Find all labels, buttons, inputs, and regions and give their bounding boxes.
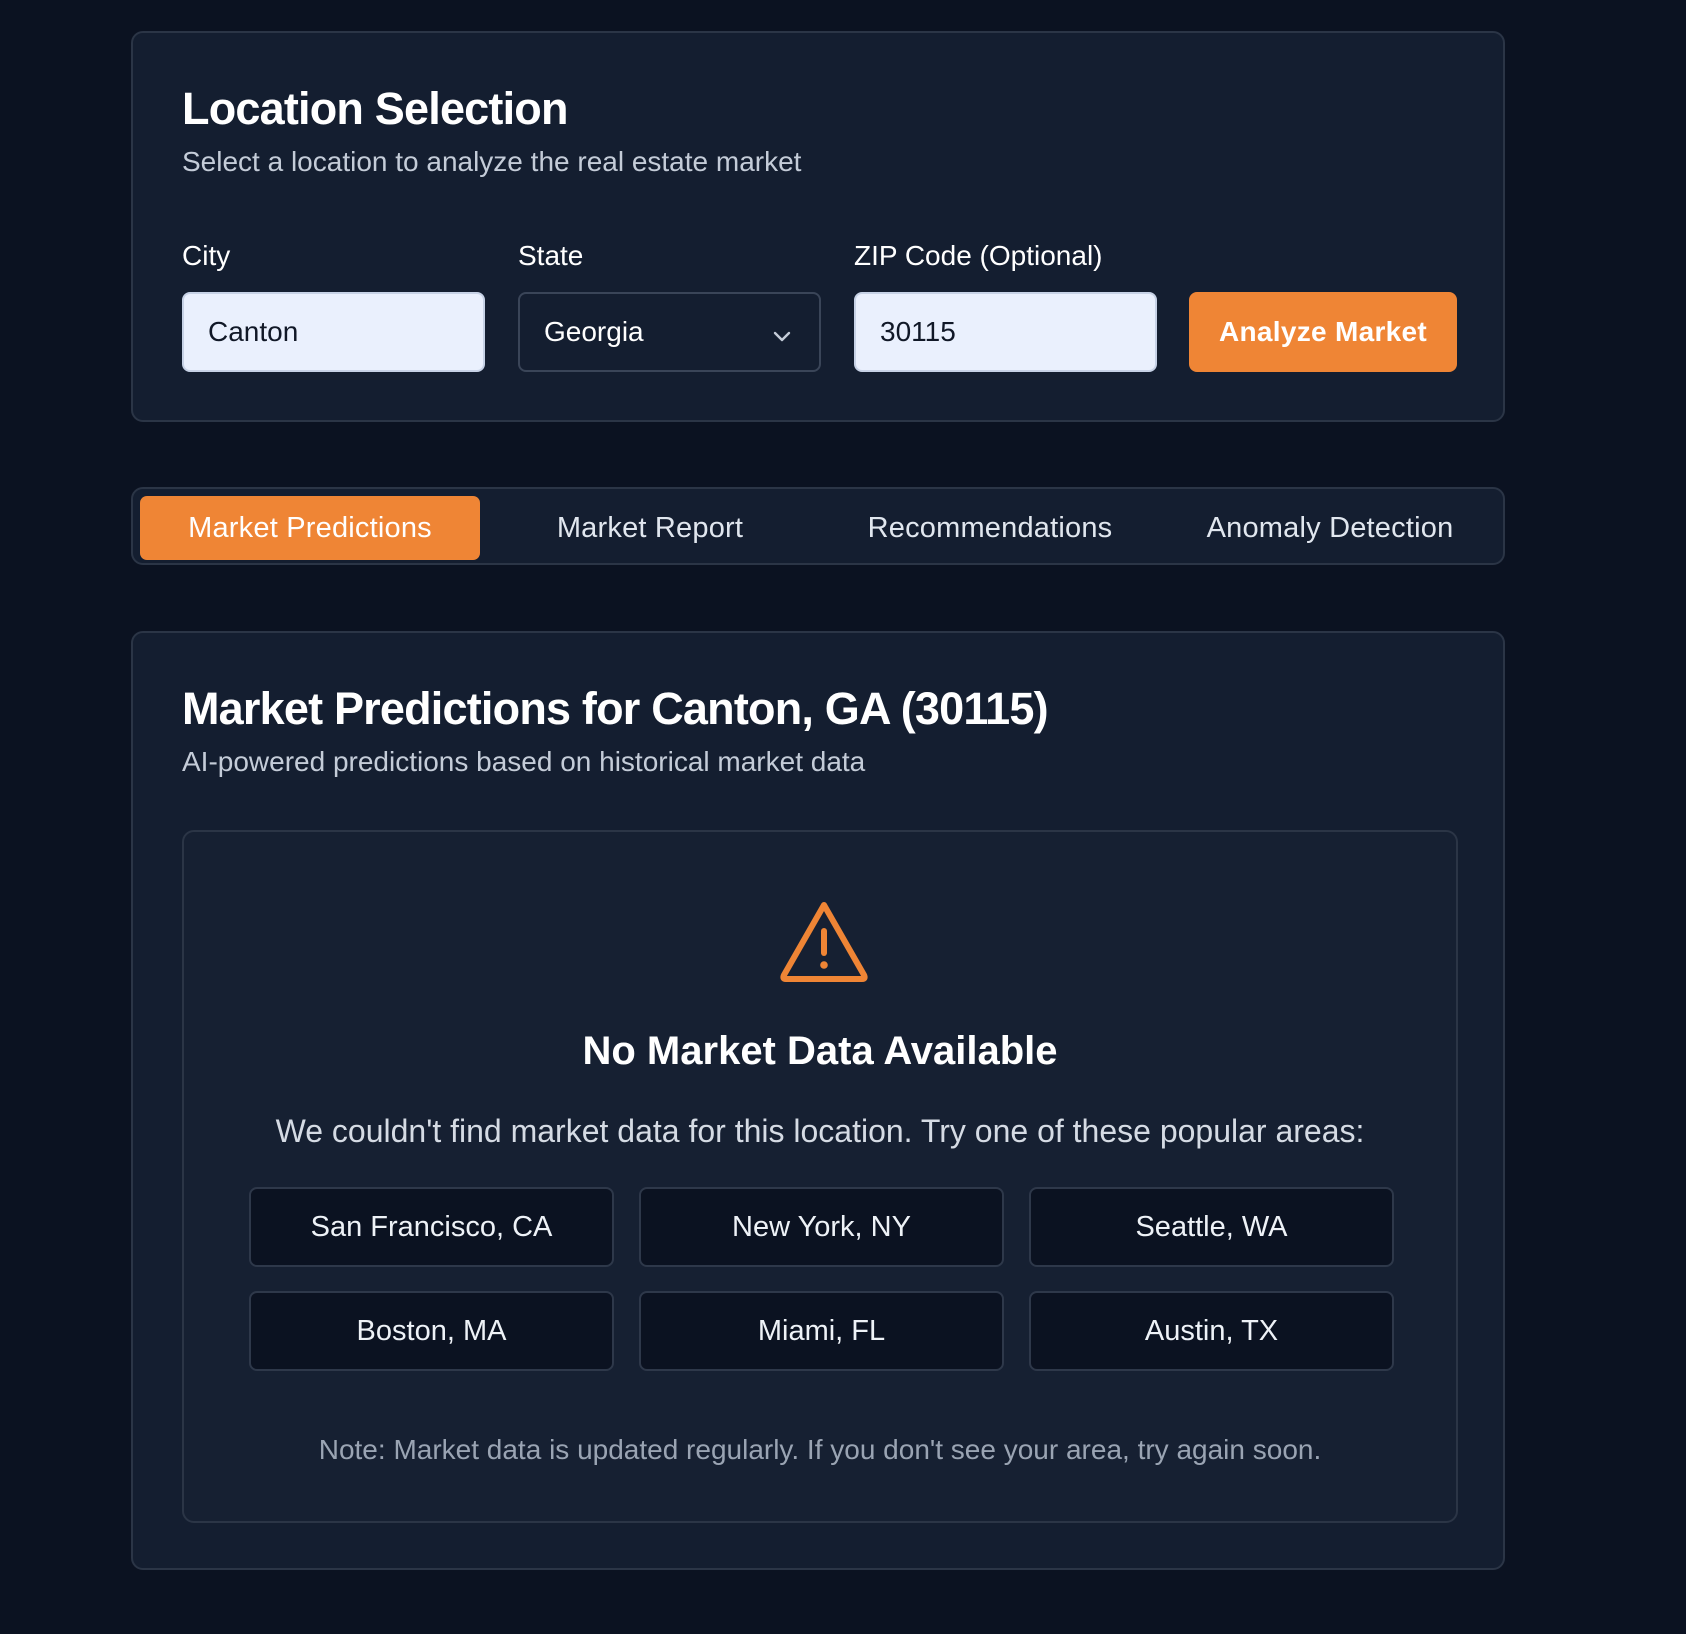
location-subtitle: Select a location to analyze the real es…	[182, 146, 802, 177]
area-button-seattle[interactable]: Seattle, WA	[1029, 1187, 1394, 1267]
no-data-title: No Market Data Available	[582, 1029, 1058, 1073]
zip-input[interactable]: 30115	[854, 292, 1157, 372]
city-input[interactable]: Canton	[182, 292, 485, 372]
location-selection-card: Location Selection Select a location to …	[131, 31, 1505, 422]
area-button-austin[interactable]: Austin, TX	[1029, 1291, 1394, 1371]
predictions-title: Market Predictions for Canton, GA (30115…	[182, 683, 1049, 734]
no-data-panel: No Market Data Available We couldn't fin…	[182, 830, 1458, 1523]
tab-recommendations[interactable]: Recommendations	[820, 496, 1160, 560]
predictions-subtitle: AI-powered predictions based on historic…	[182, 746, 866, 777]
market-predictions-card: Market Predictions for Canton, GA (30115…	[131, 631, 1505, 1570]
tab-market-report[interactable]: Market Report	[480, 496, 820, 560]
zip-label: ZIP Code (Optional)	[854, 240, 1103, 271]
area-button-san-francisco[interactable]: San Francisco, CA	[249, 1187, 614, 1267]
data-update-note: Note: Market data is updated regularly. …	[318, 1434, 1322, 1465]
area-button-new-york[interactable]: New York, NY	[639, 1187, 1004, 1267]
warning-triangle-icon	[778, 899, 870, 983]
tab-bar: Market Predictions Market Report Recomme…	[131, 487, 1505, 565]
area-button-boston[interactable]: Boston, MA	[249, 1291, 614, 1371]
no-data-message: We couldn't find market data for this lo…	[275, 1113, 1365, 1149]
city-input-value: Canton	[208, 316, 299, 347]
state-select[interactable]: Georgia	[518, 292, 821, 372]
tab-anomaly-detection[interactable]: Anomaly Detection	[1160, 496, 1500, 560]
area-button-miami[interactable]: Miami, FL	[639, 1291, 1004, 1371]
state-select-value: Georgia	[544, 316, 644, 347]
state-label: State	[518, 240, 584, 271]
tab-market-predictions[interactable]: Market Predictions	[140, 496, 480, 560]
city-label: City	[182, 240, 231, 271]
zip-input-value: 30115	[880, 316, 956, 347]
analyze-market-button[interactable]: Analyze Market	[1189, 292, 1457, 372]
chevron-down-icon	[771, 322, 793, 344]
location-title: Location Selection	[182, 83, 568, 134]
